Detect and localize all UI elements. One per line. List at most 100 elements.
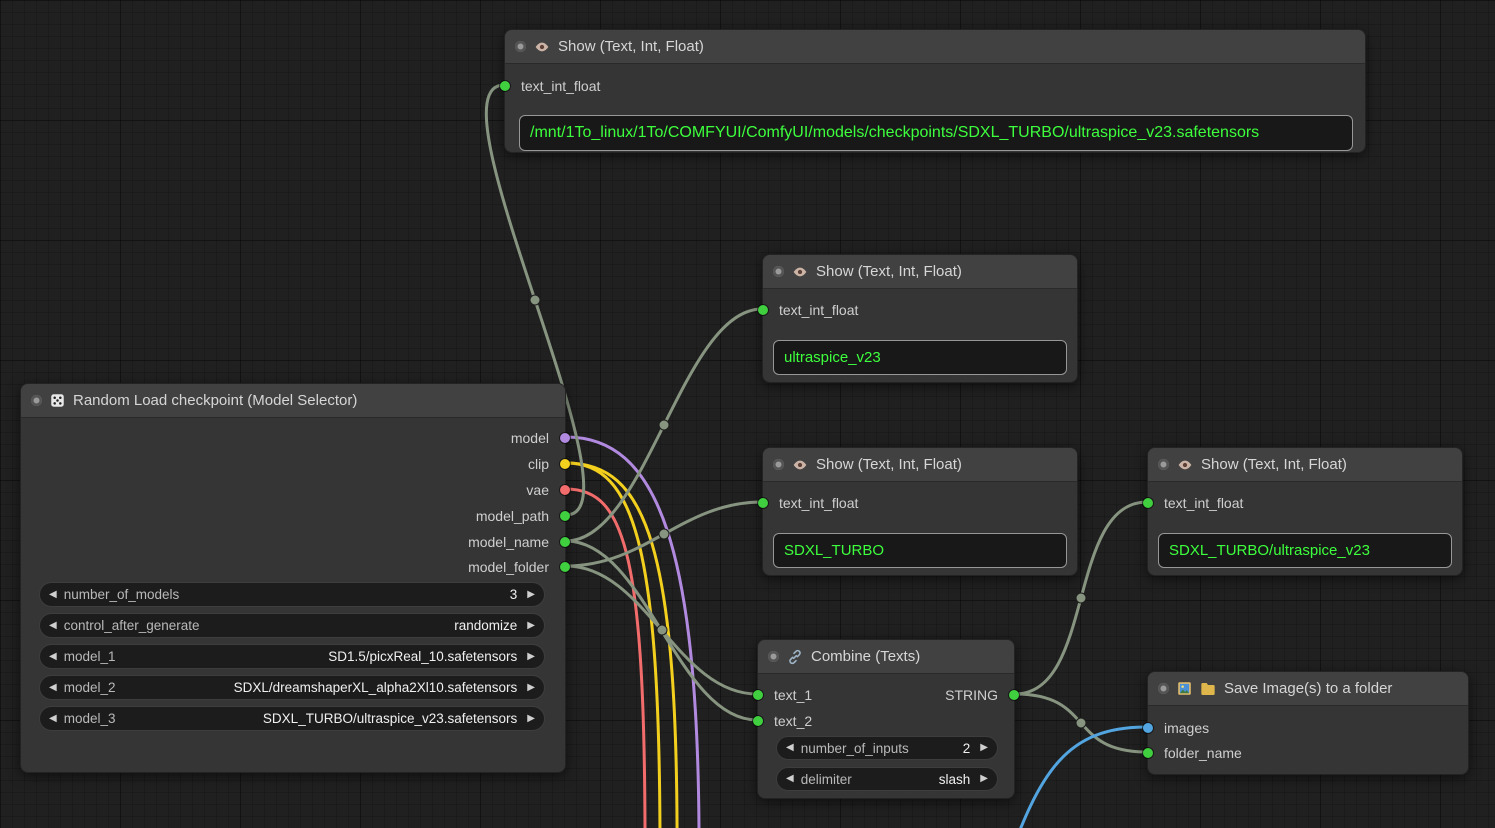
output-slot-vae[interactable]: vae xyxy=(526,480,565,500)
slot-label: text_int_float xyxy=(1164,495,1243,511)
node-random-load-checkpoint[interactable]: Random Load checkpoint (Model Selector) … xyxy=(20,383,566,773)
slot-label: text_int_float xyxy=(521,78,600,94)
slot-label: model_path xyxy=(476,508,549,524)
increment-arrow-icon[interactable]: ▶ xyxy=(527,590,535,600)
input-dot[interactable] xyxy=(1143,723,1153,733)
input-slot-text-int-float[interactable]: text_int_float xyxy=(505,76,600,96)
collapse-dot[interactable] xyxy=(1158,683,1169,694)
increment-arrow-icon[interactable]: ▶ xyxy=(527,683,535,693)
value-display[interactable]: ultraspice_v23 xyxy=(773,340,1067,375)
decrement-arrow-icon[interactable]: ◀ xyxy=(49,714,57,724)
output-dot[interactable] xyxy=(560,537,570,547)
node-show-model-folder[interactable]: Show (Text, Int, Float) text_int_float S… xyxy=(762,447,1078,576)
output-slot-model-folder[interactable]: model_folder xyxy=(468,557,565,577)
collapse-dot[interactable] xyxy=(768,651,779,662)
slot-label: text_2 xyxy=(774,713,812,729)
decrement-arrow-icon[interactable]: ◀ xyxy=(786,774,794,784)
node-title-bar[interactable]: Show (Text, Int, Float) xyxy=(763,255,1077,289)
widget-number-of-inputs[interactable]: ◀ number_of_inputs 2 ▶ xyxy=(776,736,998,760)
node-show-full-path[interactable]: Show (Text, Int, Float) text_int_float /… xyxy=(504,29,1366,153)
value-display[interactable]: SDXL_TURBO xyxy=(773,533,1067,568)
node-title-bar[interactable]: Show (Text, Int, Float) xyxy=(505,30,1365,64)
node-title-bar[interactable]: Show (Text, Int, Float) xyxy=(763,448,1077,482)
collapse-dot[interactable] xyxy=(773,266,784,277)
wire-model xyxy=(566,437,699,828)
output-dot[interactable] xyxy=(560,562,570,572)
collapse-dot[interactable] xyxy=(773,459,784,470)
widget-model-2[interactable]: ◀ model_2 SDXL/dreamshaperXL_alpha2Xl10.… xyxy=(39,675,545,700)
widget-control-after-generate[interactable]: ◀ control_after_generate randomize ▶ xyxy=(39,613,545,638)
eye-icon xyxy=(792,457,808,473)
input-dot[interactable] xyxy=(753,716,763,726)
input-dot[interactable] xyxy=(758,305,768,315)
collapse-dot[interactable] xyxy=(515,41,526,52)
increment-arrow-icon[interactable]: ▶ xyxy=(980,743,988,753)
node-title-bar[interactable]: Save Image(s) to a folder xyxy=(1148,672,1468,706)
input-dot[interactable] xyxy=(500,81,510,91)
output-dot[interactable] xyxy=(560,459,570,469)
output-dot[interactable] xyxy=(560,433,570,443)
output-dot[interactable] xyxy=(560,511,570,521)
node-title: Combine (Texts) xyxy=(811,648,920,665)
node-title-bar[interactable]: Combine (Texts) xyxy=(758,640,1014,674)
slot-label: folder_name xyxy=(1164,745,1242,761)
value-display[interactable]: SDXL_TURBO/ultraspice_v23 xyxy=(1158,533,1452,568)
increment-arrow-icon[interactable]: ▶ xyxy=(980,774,988,784)
slot-label: text_1 xyxy=(774,687,812,703)
output-slot-model[interactable]: model xyxy=(511,428,565,448)
node-combine-texts[interactable]: Combine (Texts) text_1 text_2 STRING ◀ n… xyxy=(757,639,1015,799)
slot-label: STRING xyxy=(945,687,998,703)
slot-label: text_int_float xyxy=(779,495,858,511)
input-slot-text-1[interactable]: text_1 xyxy=(758,685,812,705)
node-title: Show (Text, Int, Float) xyxy=(816,263,962,280)
node-title: Show (Text, Int, Float) xyxy=(558,38,704,55)
input-dot[interactable] xyxy=(753,690,763,700)
slot-label: vae xyxy=(526,482,549,498)
slot-label: model xyxy=(511,430,549,446)
decrement-arrow-icon[interactable]: ◀ xyxy=(786,743,794,753)
increment-arrow-icon[interactable]: ▶ xyxy=(527,714,535,724)
widget-delimiter[interactable]: ◀ delimiter slash ▶ xyxy=(776,767,998,791)
eye-icon xyxy=(534,39,550,55)
wire-images xyxy=(1005,727,1147,828)
increment-arrow-icon[interactable]: ▶ xyxy=(527,652,535,662)
decrement-arrow-icon[interactable]: ◀ xyxy=(49,652,57,662)
node-title: Save Image(s) to a folder xyxy=(1224,680,1392,697)
node-title: Show (Text, Int, Float) xyxy=(816,456,962,473)
widget-number-of-models[interactable]: ◀ number_of_models 3 ▶ xyxy=(39,582,545,607)
node-title-bar[interactable]: Random Load checkpoint (Model Selector) xyxy=(21,384,565,418)
widget-model-3[interactable]: ◀ model_3 SDXL_TURBO/ultraspice_v23.safe… xyxy=(39,706,545,731)
collapse-dot[interactable] xyxy=(1158,459,1169,470)
input-slot-text-int-float[interactable]: text_int_float xyxy=(1148,493,1243,513)
input-slot-folder-name[interactable]: folder_name xyxy=(1148,743,1242,763)
output-dot[interactable] xyxy=(1009,690,1019,700)
output-slot-clip[interactable]: clip xyxy=(528,454,565,474)
input-slot-text-int-float[interactable]: text_int_float xyxy=(763,493,858,513)
decrement-arrow-icon[interactable]: ◀ xyxy=(49,683,57,693)
increment-arrow-icon[interactable]: ▶ xyxy=(527,621,535,631)
output-slot-model-name[interactable]: model_name xyxy=(468,532,565,552)
decrement-arrow-icon[interactable]: ◀ xyxy=(49,590,57,600)
node-save-image-to-folder[interactable]: Save Image(s) to a folder images folder_… xyxy=(1147,671,1469,775)
slot-label: text_int_float xyxy=(779,302,858,318)
output-slot-string[interactable]: STRING xyxy=(945,685,1014,705)
folder-icon xyxy=(1200,681,1216,697)
comfyui-node-canvas[interactable]: { "canvas": { "width": 1495, "height": 8… xyxy=(0,0,1495,828)
node-show-model-name[interactable]: Show (Text, Int, Float) text_int_float u… xyxy=(762,254,1078,383)
input-slot-text-2[interactable]: text_2 xyxy=(758,711,812,731)
eye-icon xyxy=(1177,457,1193,473)
widget-model-1[interactable]: ◀ model_1 SD1.5/picxReal_10.safetensors … xyxy=(39,644,545,669)
input-slot-images[interactable]: images xyxy=(1148,718,1209,738)
input-slot-text-int-float[interactable]: text_int_float xyxy=(763,300,858,320)
node-title-bar[interactable]: Show (Text, Int, Float) xyxy=(1148,448,1462,482)
decrement-arrow-icon[interactable]: ◀ xyxy=(49,621,57,631)
input-dot[interactable] xyxy=(758,498,768,508)
value-display[interactable]: /mnt/1To_linux/1To/COMFYUI/ComfyUI/model… xyxy=(519,115,1353,151)
input-dot[interactable] xyxy=(1143,498,1153,508)
node-show-combined[interactable]: Show (Text, Int, Float) text_int_float S… xyxy=(1147,447,1463,576)
collapse-dot[interactable] xyxy=(31,395,42,406)
input-dot[interactable] xyxy=(1143,748,1153,758)
output-slot-model-path[interactable]: model_path xyxy=(476,506,565,526)
output-dot[interactable] xyxy=(560,485,570,495)
node-title: Random Load checkpoint (Model Selector) xyxy=(73,392,357,409)
